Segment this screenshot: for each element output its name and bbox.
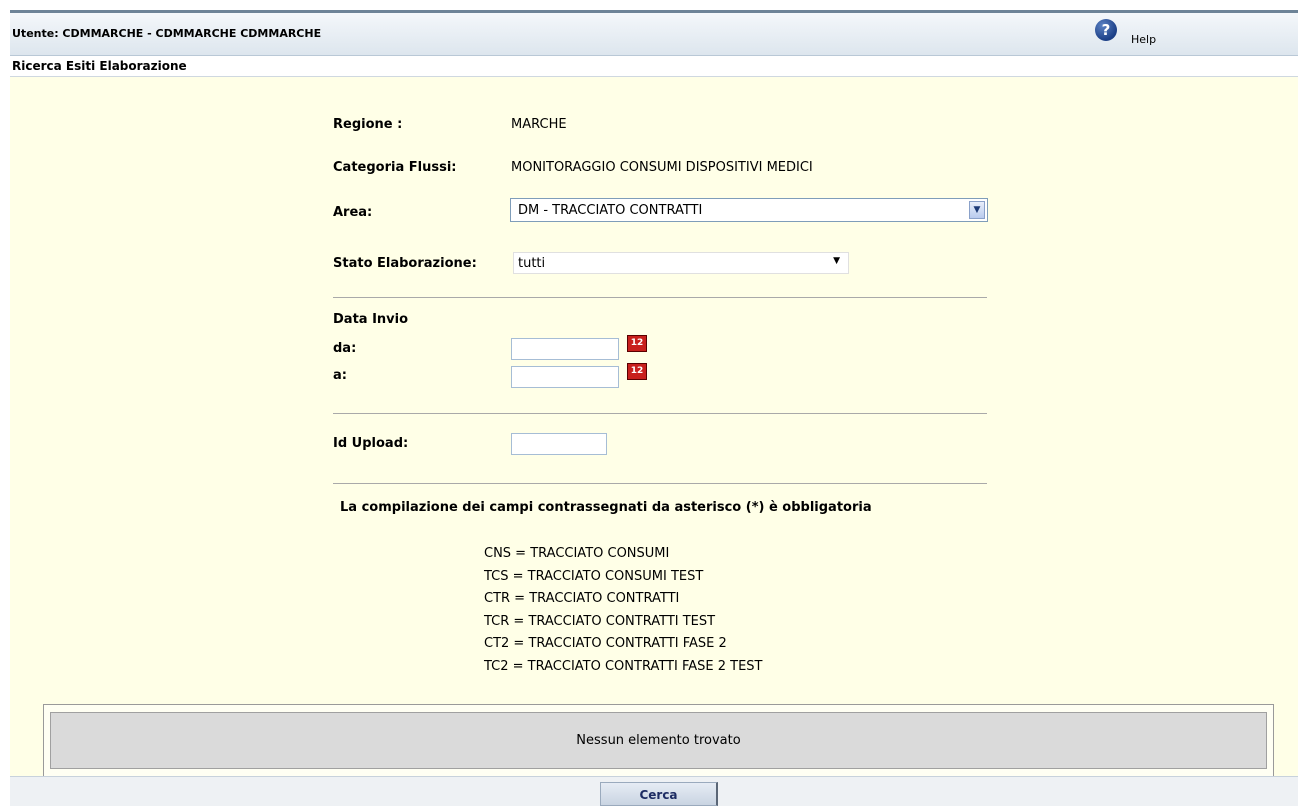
categoria-flussi-label: Categoria Flussi: (333, 160, 457, 175)
id-upload-input[interactable] (511, 433, 607, 455)
legend-item: TC2 = TRACCIATO CONTRATTI FASE 2 TEST (484, 658, 763, 674)
area-selected-value: DM - TRACCIATO CONTRATTI (518, 203, 703, 218)
regione-value: MARCHE (511, 117, 567, 132)
search-button[interactable]: Cerca (600, 782, 718, 806)
legend-item: TCS = TRACCIATO CONSUMI TEST (484, 568, 704, 584)
da-label: da: (333, 341, 357, 356)
date-to-input[interactable] (511, 366, 619, 388)
legend-item: CT2 = TRACCIATO CONTRATTI FASE 2 (484, 636, 727, 652)
area-select[interactable]: DM - TRACCIATO CONTRATTI ▼ (510, 198, 988, 222)
data-invio-label: Data Invio (333, 312, 409, 327)
help-icon[interactable]: ? (1095, 19, 1117, 41)
legend-item: TCR = TRACCIATO CONTRATTI TEST (484, 613, 716, 629)
user-header: Utente: CDMMARCHE - CDMMARCHE CDMMARCHE … (10, 13, 1298, 56)
page-title: Ricerca Esiti Elaborazione (12, 59, 187, 73)
categoria-flussi-value: MONITORAGGIO CONSUMI DISPOSITIVI MEDICI (511, 160, 813, 175)
stato-elaborazione-label: Stato Elaborazione: (333, 256, 477, 271)
stato-elaborazione-select[interactable]: tutti ▼ (513, 252, 849, 274)
id-upload-label: Id Upload: (333, 436, 409, 451)
legend-item: CTR = TRACCIATO CONTRATTI (484, 591, 680, 607)
a-label: a: (333, 368, 347, 383)
mandatory-fields-note: La compilazione dei campi contrassegnati… (340, 500, 872, 515)
divider (333, 413, 987, 414)
regione-label: Regione : (333, 117, 403, 132)
empty-results-message: Nessun elemento trovato (50, 712, 1267, 769)
divider (333, 483, 987, 484)
divider (333, 297, 987, 298)
calendar-icon[interactable]: 12 (627, 363, 647, 380)
help-label[interactable]: Help (1131, 33, 1156, 46)
date-from-input[interactable] (511, 338, 619, 360)
page-title-bar: Ricerca Esiti Elaborazione (10, 56, 1298, 77)
legend-item: CNS = TRACCIATO CONSUMI (484, 546, 670, 561)
area-code-legend: CNS = TRACCIATO CONSUMI TCS = TRACCIATO … (484, 546, 762, 682)
stato-selected-value: tutti (518, 256, 546, 271)
user-label: Utente: CDMMARCHE - CDMMARCHE CDMMARCHE (12, 27, 322, 40)
app-frame: Utente: CDMMARCHE - CDMMARCHE CDMMARCHE … (10, 10, 1298, 806)
area-label: Area: (333, 205, 373, 220)
results-panel: Nessun elemento trovato (43, 704, 1274, 778)
calendar-icon[interactable]: 12 (627, 335, 647, 352)
chevron-down-icon[interactable]: ▼ (833, 256, 840, 266)
chevron-down-icon[interactable]: ▼ (969, 201, 985, 219)
